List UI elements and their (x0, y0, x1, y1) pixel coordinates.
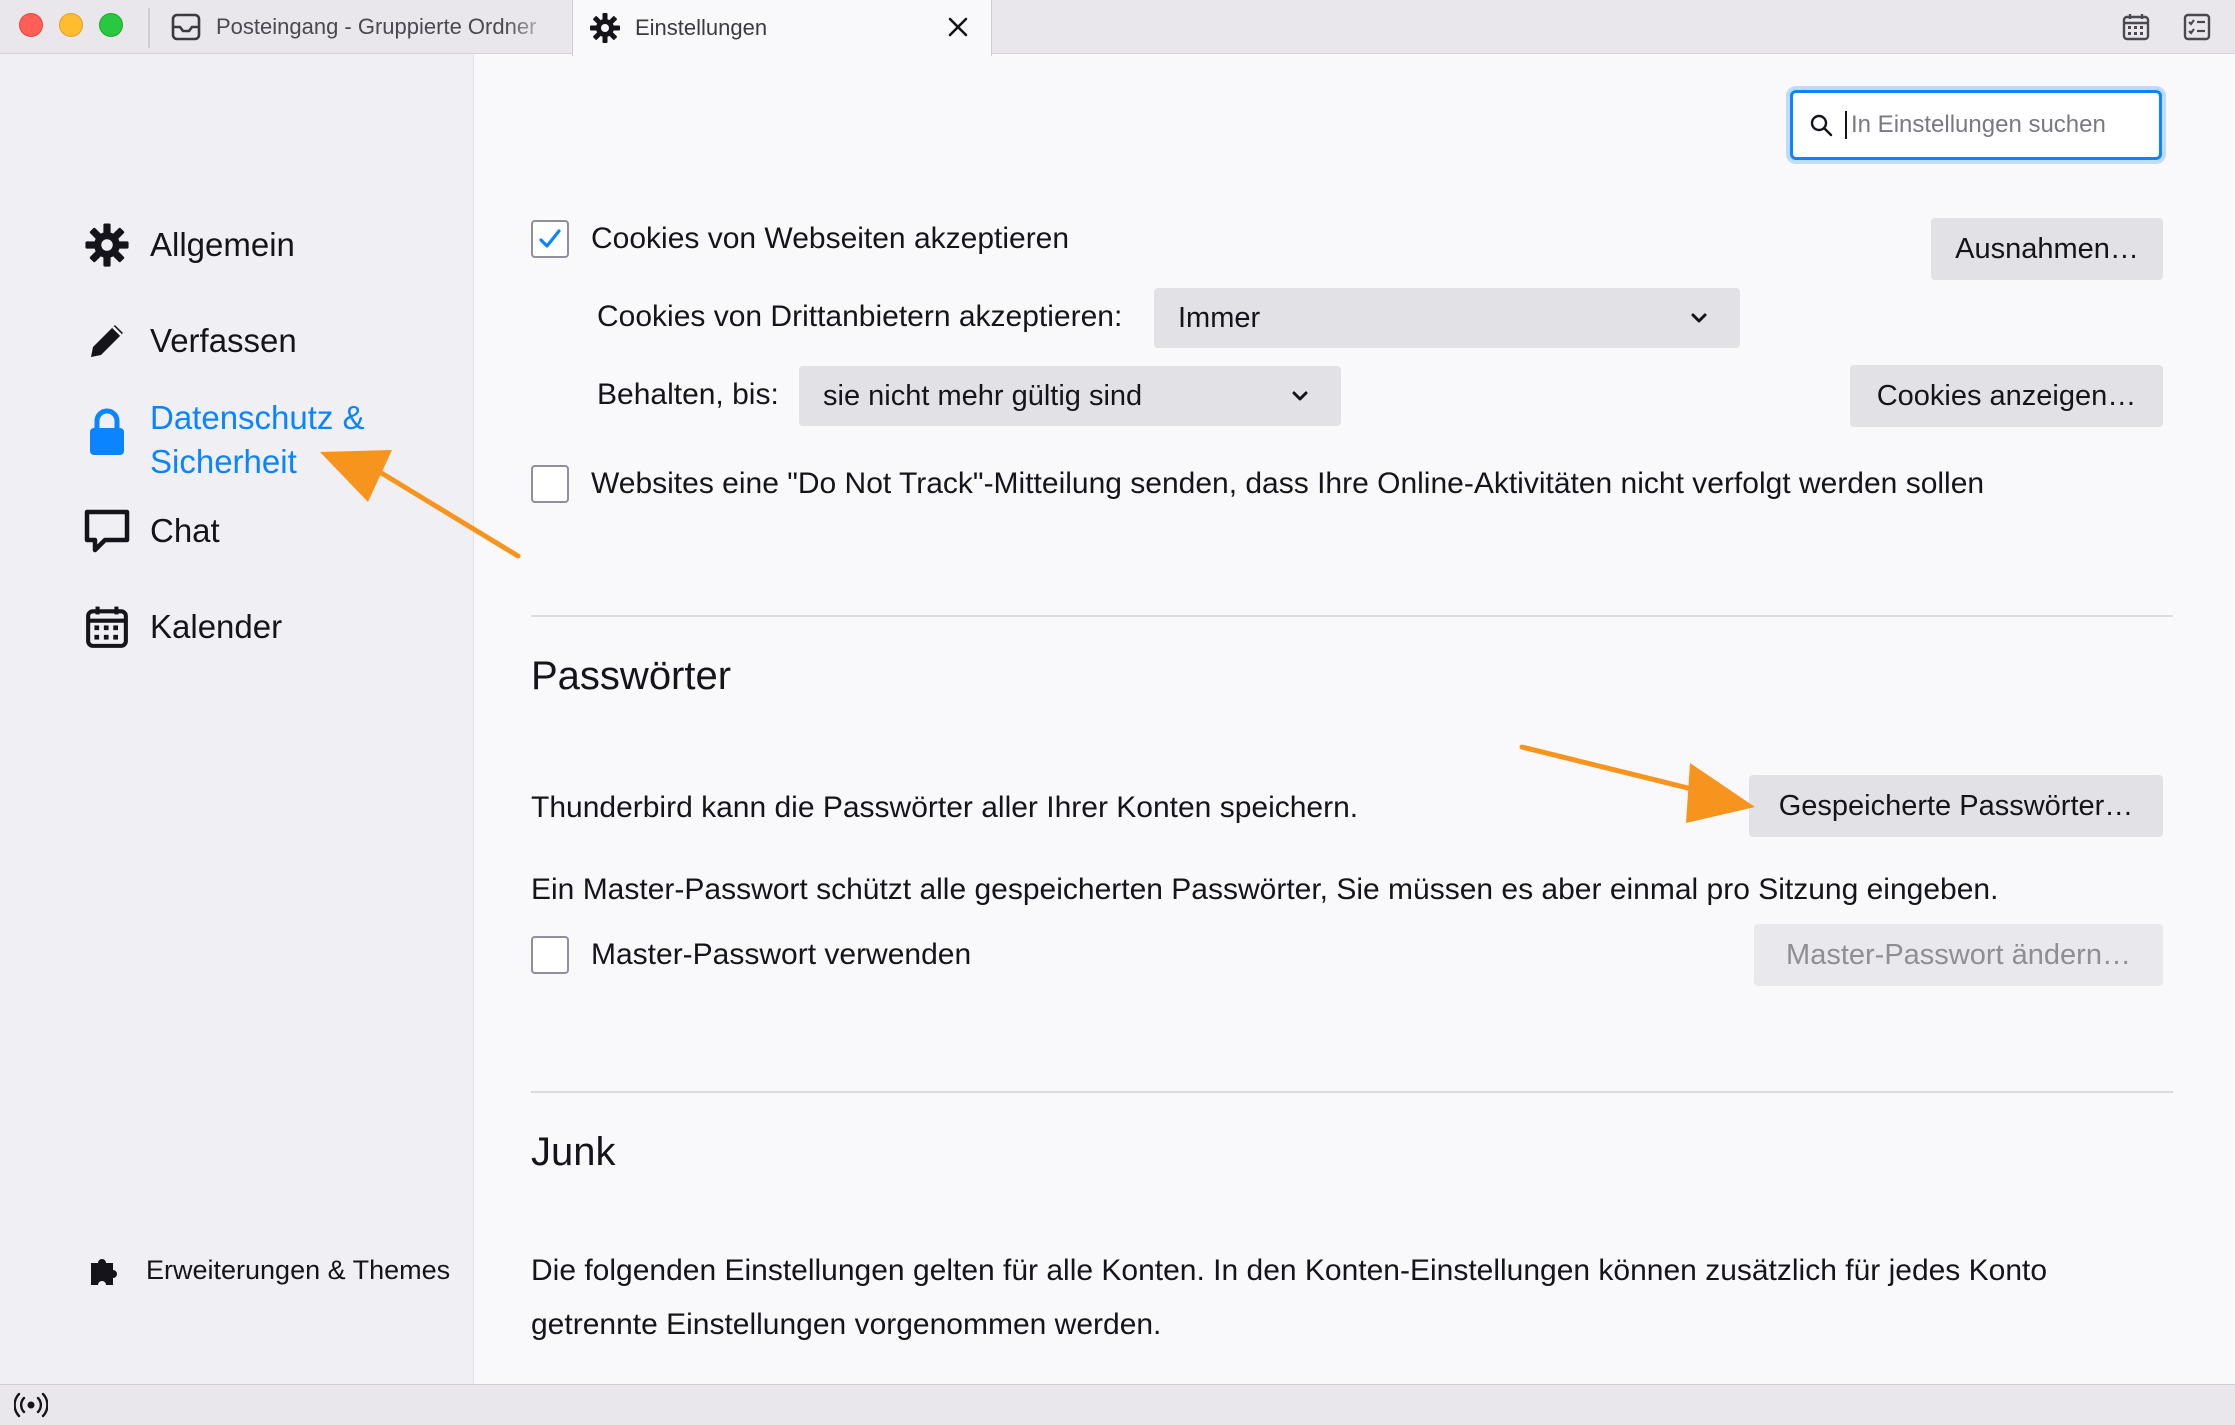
calendar-icon (80, 600, 134, 654)
third-party-cookies-select[interactable]: Immer (1154, 288, 1740, 348)
section-divider (531, 615, 2173, 617)
gear-icon (80, 218, 134, 272)
tab-bar: Posteingang - Gruppierte Ordner Einstell… (0, 0, 2235, 56)
sidebar-item-label: Datenschutz & Sicherheit (150, 399, 365, 480)
status-bar (0, 1384, 2235, 1425)
sidebar-item-label: Erweiterungen & Themes (146, 1254, 451, 1285)
third-party-cookies-label: Cookies von Drittanbietern akzeptieren: (597, 300, 1123, 333)
accept-cookies-label: Cookies von Webseiten akzeptieren (591, 222, 1070, 255)
search-field[interactable] (1790, 90, 2162, 160)
gear-icon (589, 12, 621, 44)
lock-icon (80, 405, 134, 459)
show-cookies-button[interactable]: Cookies anzeigen… (1850, 365, 2163, 427)
checkmark-icon (539, 229, 561, 248)
sidebar-item-chat[interactable]: Chat (80, 504, 220, 558)
chat-icon (80, 504, 134, 558)
keep-cookies-label: Behalten, bis: (597, 378, 779, 411)
sidebar-item-addons-themes[interactable]: Erweiterungen & Themes (82, 1248, 450, 1292)
sidebar-item-label: Allgemein (150, 226, 295, 263)
close-tab-icon[interactable] (943, 12, 973, 42)
passwords-description: Thunderbird kann die Passwörter aller Ih… (531, 791, 1359, 824)
do-not-track-label: Websites eine "Do Not Track"-Mitteilung … (591, 467, 1985, 500)
chevron-down-icon (1691, 313, 1707, 323)
do-not-track-row: Websites eine "Do Not Track"-Mitteilung … (531, 465, 1984, 503)
sidebar-item-calendar[interactable]: Kalender (80, 600, 282, 654)
sidebar: Allgemein Verfassen Datenschutz & Sicher… (0, 54, 474, 1384)
tab-label: Posteingang - Gruppierte Ordner (216, 14, 537, 39)
search-icon (1809, 112, 1835, 138)
online-status-icon[interactable] (14, 1391, 48, 1419)
master-password-label: Master-Passwort verwenden (591, 938, 972, 971)
sidebar-item-general[interactable]: Allgemein (80, 218, 295, 272)
sidebar-item-label: Kalender (150, 608, 283, 645)
inbox-icon (170, 11, 202, 43)
master-password-checkbox[interactable] (531, 936, 569, 974)
chevron-down-icon (1292, 391, 1308, 401)
accept-cookies-row: Cookies von Webseiten akzeptieren (531, 220, 1069, 258)
junk-heading: Junk (531, 1130, 616, 1174)
tab-settings[interactable]: Einstellungen (572, 0, 992, 56)
puzzle-icon (82, 1248, 126, 1292)
pencil-icon (80, 314, 134, 368)
passwords-heading: Passwörter (531, 654, 732, 698)
tab-inbox[interactable]: Posteingang - Gruppierte Ordner (150, 0, 570, 54)
settings-pane: Cookies von Webseiten akzeptieren Ausnah… (474, 54, 2235, 1384)
keep-cookies-select[interactable]: sie nicht mehr gültig sind (799, 366, 1341, 426)
window-minimize-button[interactable] (59, 13, 83, 37)
tab-label: Einstellungen (635, 15, 768, 40)
accept-cookies-checkbox[interactable] (531, 220, 569, 258)
sidebar-item-privacy-security[interactable]: Datenschutz & Sicherheit (80, 391, 410, 484)
window-close-button[interactable] (19, 13, 43, 37)
keep-cookies-value: sie nicht mehr gültig sind (823, 379, 1143, 412)
calendar-icon[interactable] (2117, 8, 2155, 46)
cookie-exceptions-button[interactable]: Ausnahmen… (1931, 218, 2163, 280)
text-caret (1845, 111, 1847, 139)
sidebar-item-label: Verfassen (150, 322, 297, 359)
sidebar-item-compose[interactable]: Verfassen (80, 314, 297, 368)
master-password-row: Master-Passwort verwenden (531, 936, 971, 974)
tasks-icon[interactable] (2178, 8, 2216, 46)
window-zoom-button[interactable] (99, 13, 123, 37)
saved-passwords-button[interactable]: Gespeicherte Passwörter… (1749, 775, 2163, 837)
search-input[interactable] (1849, 110, 2153, 140)
do-not-track-checkbox[interactable] (531, 465, 569, 503)
third-party-cookies-value: Immer (1178, 301, 1261, 334)
change-master-password-button[interactable]: Master-Passwort ändern… (1754, 924, 2163, 986)
sidebar-item-label: Chat (150, 512, 220, 549)
section-divider (531, 1091, 2173, 1093)
master-password-description: Ein Master-Passwort schützt alle gespeic… (531, 873, 1999, 906)
junk-description: Die folgenden Einstellungen gelten für a… (531, 1254, 2048, 1341)
